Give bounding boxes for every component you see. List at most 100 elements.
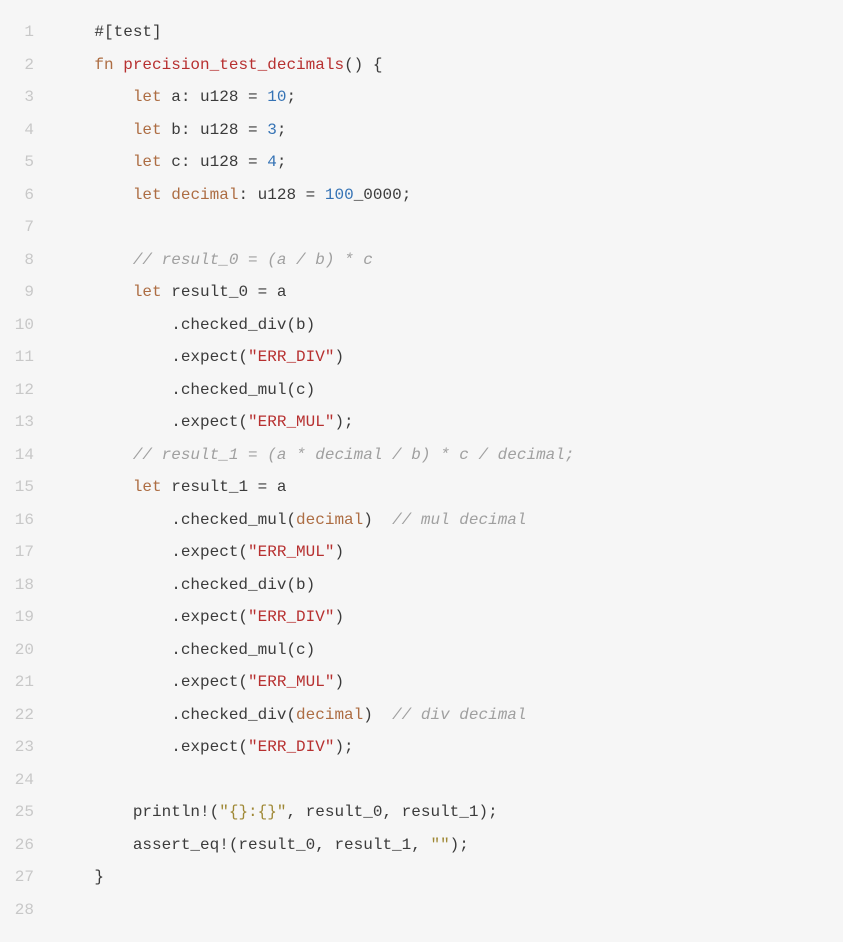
- line-number: 2: [0, 49, 56, 82]
- code-token: [56, 56, 94, 74]
- code-content: .checked_div(b): [56, 309, 843, 342]
- code-line: 17 .expect("ERR_MUL"): [0, 536, 843, 569]
- line-number: 28: [0, 894, 56, 927]
- code-line: 19 .expect("ERR_DIV"): [0, 601, 843, 634]
- code-token: fn: [94, 56, 113, 74]
- code-token: ): [334, 348, 344, 366]
- code-token: [56, 446, 133, 464]
- line-number: 7: [0, 211, 56, 244]
- code-content: .checked_mul(c): [56, 634, 843, 667]
- code-token: "": [430, 836, 449, 854]
- code-line: 28: [0, 894, 843, 927]
- code-token: );: [450, 836, 469, 854]
- code-token: a: u128 =: [162, 88, 268, 106]
- code-token: [56, 186, 133, 204]
- code-token: "{}:{}": [219, 803, 286, 821]
- code-token: result_1 = a: [162, 478, 287, 496]
- code-token: .checked_mul(c): [56, 381, 315, 399]
- line-number: 17: [0, 536, 56, 569]
- code-token: [56, 23, 94, 41]
- code-token: ;: [277, 121, 287, 139]
- code-token: [56, 478, 133, 496]
- code-line: 10 .checked_div(b): [0, 309, 843, 342]
- code-token: [114, 56, 124, 74]
- code-token: 10: [267, 88, 286, 106]
- code-token: [56, 121, 133, 139]
- code-content: assert_eq!(result_0, result_1, "");: [56, 829, 843, 862]
- code-content: .expect("ERR_DIV");: [56, 731, 843, 764]
- code-token: .checked_mul(: [56, 511, 296, 529]
- code-line: 6 let decimal: u128 = 100_0000;: [0, 179, 843, 212]
- code-token: "ERR_MUL": [248, 543, 334, 561]
- line-number: 3: [0, 81, 56, 114]
- code-token: .expect(: [56, 348, 248, 366]
- line-number: 20: [0, 634, 56, 667]
- code-line: 11 .expect("ERR_DIV"): [0, 341, 843, 374]
- code-token: ): [334, 608, 344, 626]
- code-token: : u128 =: [238, 186, 324, 204]
- code-line: 18 .checked_div(b): [0, 569, 843, 602]
- code-token: b: u128 =: [162, 121, 268, 139]
- line-number: 6: [0, 179, 56, 212]
- code-token: decimal: [296, 511, 363, 529]
- code-token: let: [133, 186, 162, 204]
- code-token: result_0 = a: [162, 283, 287, 301]
- code-token: .expect(: [56, 738, 248, 756]
- code-line: 16 .checked_mul(decimal) // mul decimal: [0, 504, 843, 537]
- code-token: ;: [286, 88, 296, 106]
- code-token: 4: [267, 153, 277, 171]
- code-line: 27 }: [0, 861, 843, 894]
- code-token: () {: [344, 56, 382, 74]
- line-number: 4: [0, 114, 56, 147]
- code-token: precision_test_decimals: [123, 56, 344, 74]
- code-token: [56, 283, 133, 301]
- code-content: let b: u128 = 3;: [56, 114, 843, 147]
- code-token: // result_0 = (a / b) * c: [133, 251, 373, 269]
- line-number: 5: [0, 146, 56, 179]
- code-content: // result_1 = (a * decimal / b) * c / de…: [56, 439, 843, 472]
- code-line: 23 .expect("ERR_DIV");: [0, 731, 843, 764]
- code-content: let c: u128 = 4;: [56, 146, 843, 179]
- code-token: .checked_div(: [56, 706, 296, 724]
- code-token: );: [334, 413, 353, 431]
- code-line: 21 .expect("ERR_MUL"): [0, 666, 843, 699]
- code-token: );: [334, 738, 353, 756]
- code-token: [56, 251, 133, 269]
- code-content: .expect("ERR_MUL"): [56, 666, 843, 699]
- code-content: fn precision_test_decimals() {: [56, 49, 843, 82]
- code-token: [56, 153, 133, 171]
- code-token: .expect(: [56, 608, 248, 626]
- code-token: decimal: [296, 706, 363, 724]
- code-content: #[test]: [56, 16, 843, 49]
- code-line: 4 let b: u128 = 3;: [0, 114, 843, 147]
- code-token: .checked_div(b): [56, 576, 315, 594]
- code-token: _0000;: [354, 186, 412, 204]
- code-content: .checked_div(decimal) // div decimal: [56, 699, 843, 732]
- line-number: 11: [0, 341, 56, 374]
- code-token: #[test]: [94, 23, 161, 41]
- code-line: 15 let result_1 = a: [0, 471, 843, 504]
- code-content: }: [56, 861, 843, 894]
- code-token: "ERR_DIV": [248, 348, 334, 366]
- code-content: .expect("ERR_DIV"): [56, 341, 843, 374]
- code-token: let: [133, 121, 162, 139]
- code-token: "ERR_DIV": [248, 738, 334, 756]
- code-line: 25 println!("{}:{}", result_0, result_1)…: [0, 796, 843, 829]
- code-token: [162, 186, 172, 204]
- code-content: .checked_div(b): [56, 569, 843, 602]
- line-number: 18: [0, 569, 56, 602]
- line-number: 25: [0, 796, 56, 829]
- code-content: let result_1 = a: [56, 471, 843, 504]
- code-content: .expect("ERR_MUL"): [56, 536, 843, 569]
- line-number: 26: [0, 829, 56, 862]
- code-line: 3 let a: u128 = 10;: [0, 81, 843, 114]
- code-token: ): [363, 706, 392, 724]
- code-token: ): [334, 673, 344, 691]
- line-number: 23: [0, 731, 56, 764]
- code-content: .expect("ERR_MUL");: [56, 406, 843, 439]
- line-number: 10: [0, 309, 56, 342]
- code-token: ): [334, 543, 344, 561]
- code-line: 26 assert_eq!(result_0, result_1, "");: [0, 829, 843, 862]
- code-content: // result_0 = (a / b) * c: [56, 244, 843, 277]
- code-line: 20 .checked_mul(c): [0, 634, 843, 667]
